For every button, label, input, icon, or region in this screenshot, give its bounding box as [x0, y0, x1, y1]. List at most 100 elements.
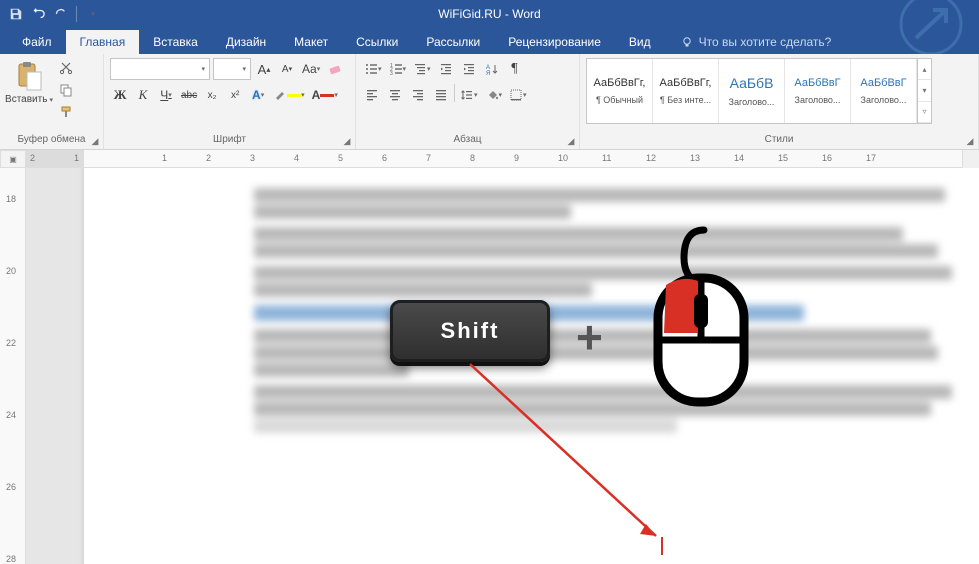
sort-icon: AЯ [485, 62, 499, 76]
subscript-button[interactable]: x₂ [202, 84, 222, 106]
font-color-button[interactable]: A▾ [310, 84, 340, 106]
styles-dialog-launcher[interactable]: ◢ [964, 135, 976, 147]
indent-icon [462, 62, 476, 76]
group-paragraph: ▾ 123▾ ▾ AЯ ¶ ▾ ▾ ▾ Абзац ◢ [356, 54, 580, 149]
italic-button[interactable]: К [133, 84, 153, 106]
brush-icon [59, 105, 73, 119]
bullets-icon [364, 62, 378, 76]
eraser-icon [327, 61, 343, 77]
change-case-button[interactable]: Aa▾ [300, 58, 322, 80]
page[interactable] [84, 168, 979, 564]
justify-icon [434, 88, 448, 102]
align-left-button[interactable] [362, 84, 382, 106]
document-area[interactable] [26, 168, 979, 564]
clear-format-button[interactable] [325, 58, 345, 80]
cut-button[interactable] [56, 58, 76, 78]
group-font: ▾ ▾ A▴ A▾ Aa▾ Ж К Ч▾ abc x₂ x² A▾ ▾ A▾ Ш… [104, 54, 356, 149]
paste-label: Вставить [5, 94, 47, 105]
strike-button[interactable]: abc [179, 84, 199, 106]
grow-font-button[interactable]: A▴ [254, 58, 274, 80]
ribbon-tabs: Файл Главная Вставка Дизайн Макет Ссылки… [0, 28, 979, 54]
group-label-paragraph: Абзац [362, 133, 573, 147]
tab-mailings[interactable]: Рассылки [412, 30, 494, 54]
align-right-icon [411, 88, 425, 102]
group-label-font: Шрифт [110, 133, 349, 147]
indent-increase-button[interactable] [459, 58, 479, 80]
save-icon[interactable] [8, 6, 24, 22]
show-marks-button[interactable]: ¶ [505, 58, 525, 80]
tab-review[interactable]: Рецензирование [494, 30, 615, 54]
horizontal-ruler[interactable]: 3211234567891011121314151617 [26, 150, 979, 168]
style-heading3[interactable]: АаБбВвГЗаголово... [851, 59, 917, 123]
group-label-styles: Стили [586, 133, 972, 147]
underline-button[interactable]: Ч▾ [156, 84, 176, 106]
multilevel-icon [413, 62, 427, 76]
copy-icon [59, 83, 73, 97]
align-left-icon [365, 88, 379, 102]
tell-me-search[interactable]: Что вы хотите сделать? [671, 30, 842, 54]
svg-text:3: 3 [390, 71, 393, 76]
cut-icon [59, 61, 73, 75]
svg-text:Я: Я [486, 71, 490, 76]
title-bar: ▾ WiFiGid.RU - Word [0, 0, 979, 28]
tab-design[interactable]: Дизайн [212, 30, 280, 54]
group-label-clipboard: Буфер обмена [6, 133, 97, 147]
clipboard-dialog-launcher[interactable]: ◢ [89, 135, 101, 147]
style-heading1[interactable]: АаБбВЗаголово... [719, 59, 785, 123]
bullets-button[interactable]: ▾ [362, 58, 384, 80]
ruler-corner[interactable]: ▣ [0, 150, 26, 168]
highlight-button[interactable]: ▾ [271, 84, 307, 106]
vertical-ruler[interactable]: 182022242628 [0, 168, 26, 564]
borders-button[interactable]: ▾ [507, 84, 529, 106]
styles-scroll[interactable]: ▴▾▿ [917, 59, 931, 123]
paste-icon [13, 60, 45, 92]
bold-button[interactable]: Ж [110, 84, 130, 106]
shrink-font-button[interactable]: A▾ [277, 58, 297, 80]
align-right-button[interactable] [408, 84, 428, 106]
superscript-button[interactable]: x² [225, 84, 245, 106]
group-styles: АаБбВвГг,¶ Обычный АаБбВвГг,¶ Без инте..… [580, 54, 979, 149]
group-clipboard: Вставить▾ Буфер обмена ◢ [0, 54, 104, 149]
highlight-icon [273, 88, 287, 102]
watermark-arrow-icon [861, 0, 971, 54]
borders-icon [509, 88, 523, 102]
format-painter-button[interactable] [56, 102, 76, 122]
paste-button[interactable]: Вставить▾ [6, 58, 52, 107]
tell-me-label: Что вы хотите сделать? [699, 35, 832, 49]
justify-button[interactable] [431, 84, 451, 106]
style-no-spacing[interactable]: АаБбВвГг,¶ Без инте... [653, 59, 719, 123]
undo-icon[interactable] [30, 6, 46, 22]
line-spacing-button[interactable]: ▾ [458, 84, 480, 106]
window-title: WiFiGid.RU - Word [438, 7, 540, 21]
indent-decrease-button[interactable] [436, 58, 456, 80]
ribbon: Вставить▾ Буфер обмена ◢ ▾ ▾ A▴ A▾ Aa▾ Ж [0, 54, 979, 150]
style-normal[interactable]: АаБбВвГг,¶ Обычный [587, 59, 653, 123]
multilevel-button[interactable]: ▾ [411, 58, 433, 80]
text-effects-button[interactable]: A▾ [248, 84, 268, 106]
paragraph-dialog-launcher[interactable]: ◢ [565, 135, 577, 147]
qat-customize-icon[interactable]: ▾ [85, 6, 101, 22]
style-heading2[interactable]: АаБбВвГЗаголово... [785, 59, 851, 123]
numbering-icon: 123 [389, 62, 403, 76]
tab-view[interactable]: Вид [615, 30, 665, 54]
bucket-icon [485, 88, 499, 102]
numbering-button[interactable]: 123▾ [387, 58, 409, 80]
align-center-button[interactable] [385, 84, 405, 106]
tab-insert[interactable]: Вставка [139, 30, 212, 54]
lightbulb-icon [681, 36, 693, 48]
outdent-icon [439, 62, 453, 76]
workspace: 182022242628 [0, 168, 979, 564]
tab-layout[interactable]: Макет [280, 30, 342, 54]
tab-references[interactable]: Ссылки [342, 30, 412, 54]
copy-button[interactable] [56, 80, 76, 100]
tab-file[interactable]: Файл [8, 30, 66, 54]
tab-home[interactable]: Главная [66, 30, 140, 54]
font-name-combo[interactable]: ▾ [110, 58, 210, 80]
quick-access-toolbar: ▾ [0, 6, 109, 22]
shading-button[interactable]: ▾ [483, 84, 505, 106]
styles-gallery[interactable]: АаБбВвГг,¶ Обычный АаБбВвГг,¶ Без инте..… [586, 58, 932, 124]
font-size-combo[interactable]: ▾ [213, 58, 251, 80]
font-dialog-launcher[interactable]: ◢ [341, 135, 353, 147]
redo-icon[interactable] [52, 6, 68, 22]
sort-button[interactable]: AЯ [482, 58, 502, 80]
